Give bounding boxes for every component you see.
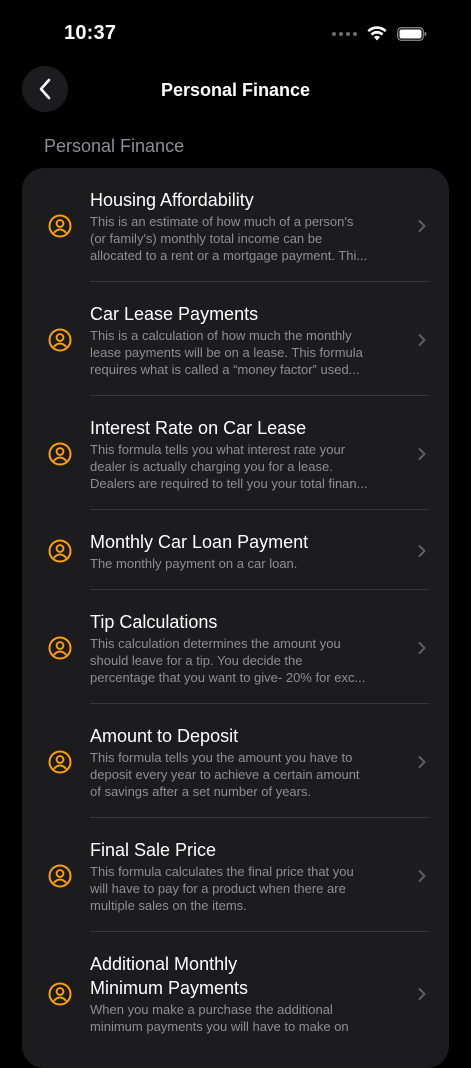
list-item-description-line: should leave for a tip. You decide the: [90, 653, 303, 668]
cellular-signal-icon: [332, 31, 357, 36]
list-item-description-line: This is an estimate of how much of a per…: [90, 214, 354, 229]
list-item-title: Car Lease Payments: [90, 304, 259, 324]
person-circle-icon: [48, 442, 72, 466]
list-item-description: This formula tells you what interest rat…: [90, 441, 393, 492]
list-item-text: Housing Affordability This is an estimate…: [90, 188, 393, 264]
list-item-description: This formula calculates the final price …: [90, 863, 393, 914]
list-item-description: This is an estimate of how much of a per…: [90, 213, 393, 264]
list-item-description-line: multiple sales on the items.: [90, 898, 247, 913]
section-header: Personal Finance: [44, 136, 185, 156]
list-item-title: Interest Rate on Car Lease: [90, 418, 307, 438]
battery-icon: [397, 26, 427, 41]
list-item[interactable]: Additional Monthly Minimum Payments When y…: [22, 932, 449, 1068]
list-item-description-line: minimum payments you will have to make o…: [90, 1019, 349, 1034]
list-item-description-line: This is a calculation of how much the mo…: [90, 328, 352, 343]
person-circle-icon: [48, 636, 72, 660]
list-item-text: Final Sale Price This formula calculates …: [90, 838, 393, 914]
list-item-title: Monthly Car Loan Payment: [90, 532, 309, 552]
list-item-text: Additional Monthly Minimum Payments When y…: [90, 952, 393, 1035]
person-circle-icon: [48, 750, 72, 774]
list-item-description-line: This formula calculates the final price …: [90, 864, 354, 879]
list-item-description-line: dealer is actually charging you for a le…: [90, 459, 333, 474]
person-circle-icon: [48, 214, 72, 238]
person-circle-icon: [48, 539, 72, 563]
list-item-description: The monthly payment on a car loan.: [90, 555, 393, 572]
list-item-description-line: deposit every year to achieve a certain …: [90, 767, 360, 782]
list-item-title: Additional Monthly: [90, 954, 238, 974]
list-item-title: Amount to Deposit: [90, 726, 239, 746]
list-item-text: Tip Calculations This calculation determi…: [90, 610, 393, 686]
list-item[interactable]: Tip Calculations This calculation determi…: [22, 590, 449, 704]
page-title: Personal Finance: [160, 80, 311, 100]
chevron-right-icon: [417, 544, 427, 558]
chevron-right-icon: [417, 219, 427, 233]
list-item-description-line: When you make a purchase the additional: [90, 1002, 333, 1017]
list-item-title: Final Sale Price: [90, 840, 217, 860]
chevron-right-icon: [417, 869, 427, 883]
list-item[interactable]: Amount to Deposit This formula tells you …: [22, 704, 449, 818]
chevron-right-icon: [417, 333, 427, 347]
chevron-right-icon: [417, 987, 427, 1001]
list-item-text: Interest Rate on Car Lease This formula t…: [90, 416, 393, 492]
list-item[interactable]: Car Lease Payments This is a calculation …: [22, 282, 449, 396]
list-item-description-line: percentage that you want to give- 20% fo…: [90, 670, 366, 685]
list-item-title: Housing Affordability: [90, 190, 254, 210]
list-item-description: This is a calculation of how much the mo…: [90, 327, 393, 378]
list-item[interactable]: Monthly Car Loan Payment The monthly paym…: [22, 510, 449, 590]
list-item-description-line: lease payments will be on a lease. This …: [90, 345, 363, 360]
list-item-description-line: will have to pay for a product when ther…: [90, 881, 346, 896]
list-item[interactable]: Interest Rate on Car Lease This formula t…: [22, 396, 449, 510]
list-item-description: This formula tells you the amount you ha…: [90, 749, 393, 800]
person-circle-icon: [48, 982, 72, 1006]
list-item-description-line: allocated to a rent or a mortgage paymen…: [90, 248, 368, 263]
list-item-description-line: The monthly payment on a car loan.: [90, 556, 298, 571]
list-item-text: Amount to Deposit This formula tells you …: [90, 724, 393, 800]
chevron-right-icon: [417, 641, 427, 655]
list-item-description-line: (or family's) monthly total income can b…: [90, 231, 323, 246]
formula-list: Housing Affordability This is an estimate…: [22, 168, 449, 1068]
list-item-description: When you make a purchase the additional m…: [90, 1001, 393, 1035]
list-item-description-line: requires what is called a “money factor”…: [90, 362, 360, 377]
list-item-title: Minimum Payments: [90, 978, 249, 998]
chevron-right-icon: [417, 755, 427, 769]
person-circle-icon: [48, 328, 72, 352]
list-item-description-line: This calculation determines the amount y…: [90, 636, 341, 651]
status-indicators: [332, 26, 427, 41]
list-item-description-line: This formula tells you what interest rat…: [90, 442, 346, 457]
list-item[interactable]: Housing Affordability This is an estimate…: [22, 168, 449, 282]
list-item-description-line: of savings after a set number of years.: [90, 784, 312, 799]
wifi-icon: [367, 26, 387, 41]
status-bar: 10:37: [0, 0, 471, 60]
list-item-text: Car Lease Payments This is a calculation …: [90, 302, 393, 378]
list-item[interactable]: Final Sale Price This formula calculates …: [22, 818, 449, 932]
list-item-description: This calculation determines the amount y…: [90, 635, 393, 686]
chevron-right-icon: [417, 447, 427, 461]
list-item-text: Monthly Car Loan Payment The monthly paym…: [90, 530, 393, 572]
person-circle-icon: [48, 864, 72, 888]
status-time: 10:37: [64, 22, 117, 44]
list-item-description-line: Dealers are required to tell you your to…: [90, 476, 368, 491]
list-item-description-line: This formula tells you the amount you ha…: [90, 750, 353, 765]
navigation-bar: Personal Finance: [0, 66, 471, 116]
list-item-title: Tip Calculations: [90, 612, 218, 632]
